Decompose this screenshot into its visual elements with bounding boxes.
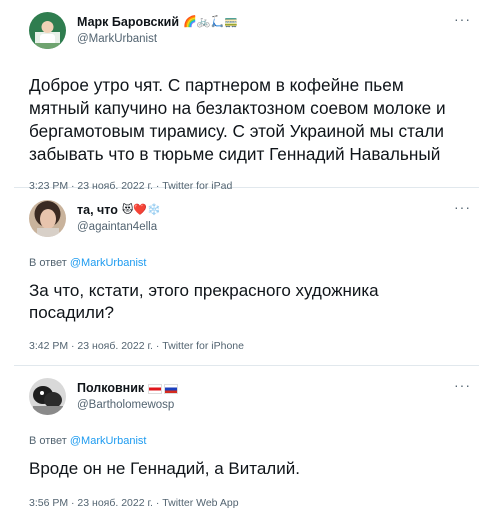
display-name-row: Полковник — [77, 381, 179, 396]
tweet-text: Вроде он не Геннадий, а Виталий. — [29, 459, 300, 478]
tweet-text: За что, кстати, этого прекрасного художн… — [29, 281, 379, 322]
more-horizontal-icon[interactable]: ··· — [454, 378, 471, 392]
more-horizontal-icon[interactable]: ··· — [454, 200, 471, 214]
tweet-timestamp[interactable]: 3:42 PM · 23 нояб. 2022 г. · Twitter for… — [29, 340, 473, 353]
avatar-image — [29, 12, 66, 49]
name-emojis: 😻❤️❄️ — [121, 204, 161, 216]
reply-prefix: В ответ — [29, 257, 70, 269]
reply-mention-link[interactable]: @MarkUrbanist — [70, 435, 147, 447]
more-horizontal-icon[interactable]: ··· — [454, 12, 471, 26]
user-handle[interactable]: @MarkUrbanist — [77, 31, 238, 48]
tweet-3[interactable]: Полковник @Bartholomewosp ··· В ответ @M… — [0, 366, 493, 512]
display-name-row: Марк Баровский 🌈🚲🛴🚃 — [77, 15, 238, 30]
tweet-thread: Марк Баровский 🌈🚲🛴🚃 @MarkUrbanist ··· До… — [0, 0, 493, 512]
avatar[interactable] — [29, 378, 66, 415]
display-name[interactable]: Полковник — [77, 381, 144, 396]
display-name[interactable]: Марк Баровский — [77, 15, 179, 30]
reply-mention-link[interactable]: @MarkUrbanist — [70, 257, 147, 269]
display-name-row: та, что 😻❤️❄️ — [77, 203, 161, 218]
avatar[interactable] — [29, 200, 66, 237]
reply-context: В ответ @MarkUrbanist — [29, 257, 473, 270]
user-handle[interactable]: @Bartholomewosp — [77, 397, 178, 414]
russia-flag-icon — [164, 383, 179, 394]
tweet-1[interactable]: Марк Баровский 🌈🚲🛴🚃 @MarkUrbanist ··· До… — [0, 0, 493, 192]
tweet-text: Доброе утро чят. С партнером в кофейне п… — [29, 75, 446, 164]
avatar[interactable] — [29, 12, 66, 49]
avatar-image — [29, 200, 66, 237]
reply-context: В ответ @MarkUrbanist — [29, 435, 473, 448]
tweet-header: Полковник @Bartholomewosp — [29, 378, 473, 418]
author-names: та, что 😻❤️❄️ @againtan4ella — [77, 200, 161, 236]
name-flags — [148, 383, 179, 394]
tweet-timestamp[interactable]: 3:56 PM · 23 нояб. 2022 г. · Twitter Web… — [29, 497, 473, 510]
reply-prefix: В ответ — [29, 435, 70, 447]
author-names: Полковник @Bartholomewosp — [77, 378, 179, 414]
tweet-header: Марк Баровский 🌈🚲🛴🚃 @MarkUrbanist — [29, 12, 473, 52]
author-names: Марк Баровский 🌈🚲🛴🚃 @MarkUrbanist — [77, 12, 238, 48]
display-name[interactable]: та, что — [77, 203, 118, 218]
name-emojis: 🌈🚲🛴🚃 — [183, 16, 238, 28]
user-handle[interactable]: @againtan4ella — [77, 219, 161, 236]
tweet-2[interactable]: та, что 😻❤️❄️ @againtan4ella ··· В ответ… — [0, 188, 493, 365]
belarus-flag-icon — [148, 383, 163, 394]
tweet-header: та, что 😻❤️❄️ @againtan4ella — [29, 200, 473, 240]
avatar-image — [29, 378, 66, 415]
